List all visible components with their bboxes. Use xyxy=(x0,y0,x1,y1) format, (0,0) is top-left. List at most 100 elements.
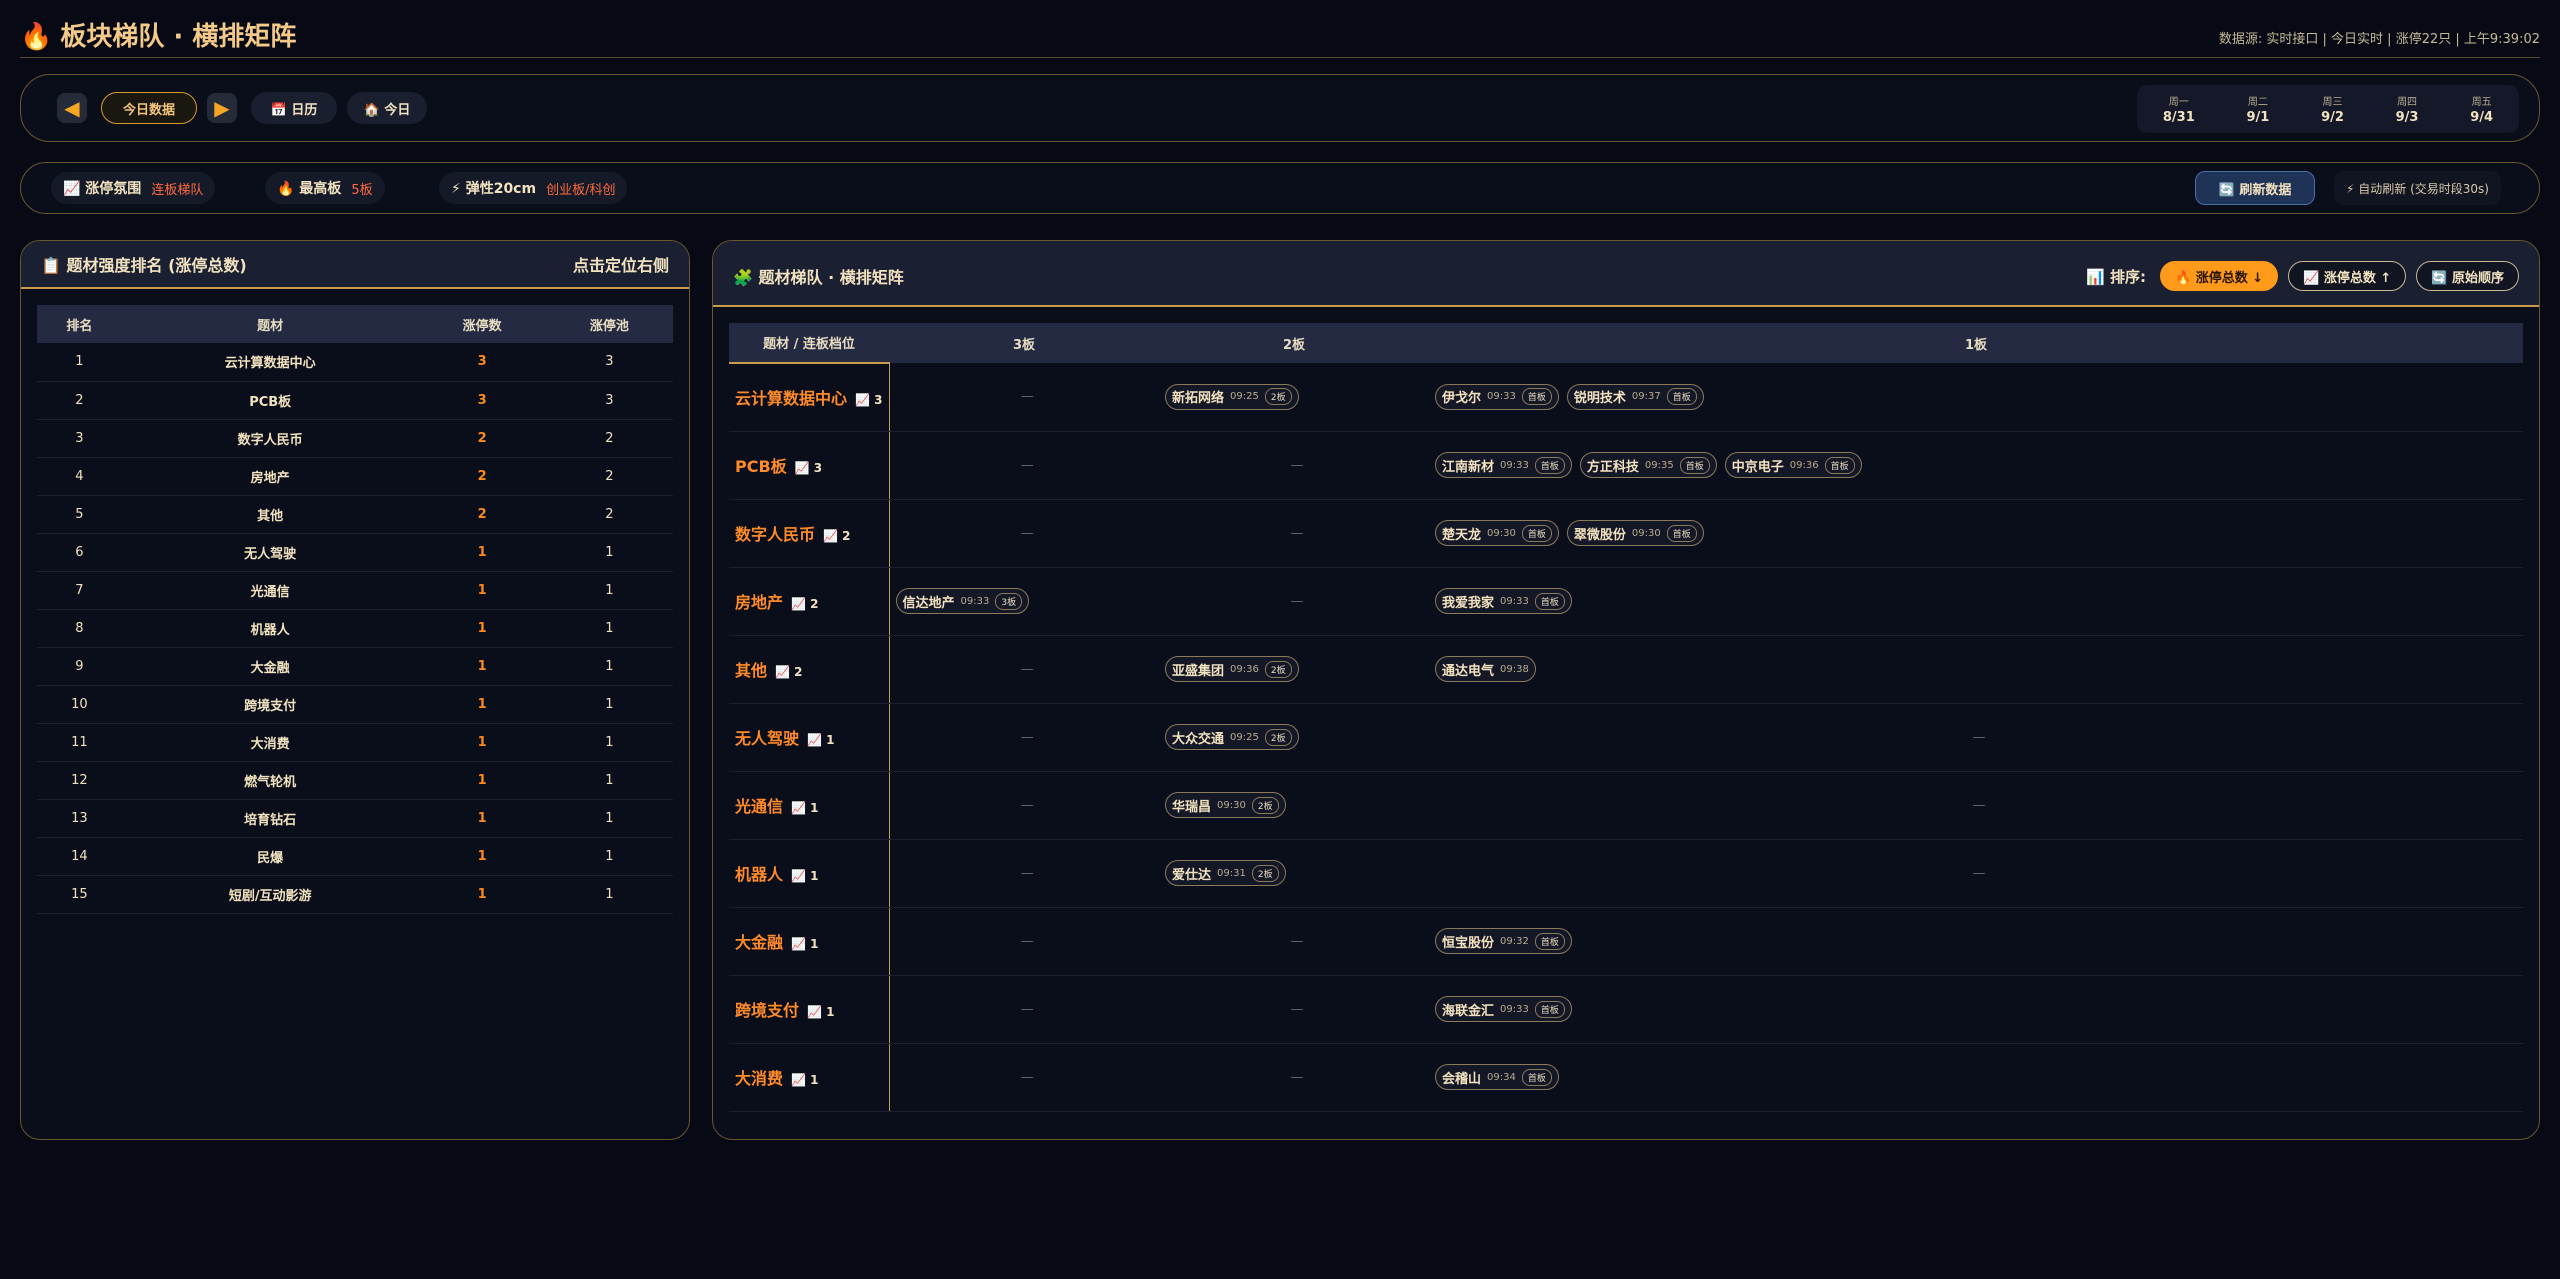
topic-cell: 无人驾驶 xyxy=(121,533,419,572)
topic-count-badge: 📈 1 xyxy=(807,733,835,747)
stock-pill[interactable]: 恒宝股份 09:32 首板 xyxy=(1435,928,1572,954)
pool-cell: 1 xyxy=(545,761,673,800)
stock-pill[interactable]: 大众交通 09:25 2板 xyxy=(1165,724,1299,750)
pool-cell: 2 xyxy=(545,457,673,496)
table-row[interactable]: 1 云计算数据中心 3 3 xyxy=(37,343,673,382)
limit-up-time: 09:34 xyxy=(1487,1071,1516,1083)
sort-total-asc-button[interactable]: 📈 涨停总数 ↑ xyxy=(2288,261,2407,291)
sort-total-desc-button[interactable]: 🔥 涨停总数 ↓ xyxy=(2160,261,2279,291)
matrix-row: 光通信 📈 1 — 华瑞昌 09:30 2板 — xyxy=(729,771,2523,840)
stock-pill[interactable]: 新拓网络 09:25 2板 xyxy=(1165,383,1299,410)
topic-cell[interactable]: PCB板 📈 3 xyxy=(729,431,890,500)
stock-pill[interactable]: 会稽山 09:34 首板 xyxy=(1435,1064,1559,1090)
topic-cell[interactable]: 机器人 📈 1 xyxy=(729,839,890,908)
stock-pill[interactable]: 锐明技术 09:37 首板 xyxy=(1566,383,1704,410)
topic-count-badge: 📈 2 xyxy=(791,597,819,611)
today-data-button[interactable]: 今日数据 xyxy=(101,92,197,124)
sort-original-button[interactable]: 🔄 原始顺序 xyxy=(2416,261,2519,291)
stock-pill[interactable]: 江南新材 09:33 首板 xyxy=(1435,452,1572,478)
next-day-button[interactable]: ▶ xyxy=(207,93,237,123)
board-3-cell: — xyxy=(889,975,1159,1044)
empty-mark: — xyxy=(1972,865,1986,881)
week-day-3[interactable]: 周四 9/3 xyxy=(2396,93,2419,125)
stock-pill[interactable]: 伊戈尔 09:33 首板 xyxy=(1435,383,1559,410)
topic-cell[interactable]: 其他 📈 2 xyxy=(729,635,890,704)
board-2-cell: 爱仕达 09:31 2板 xyxy=(1159,839,1429,908)
matrix-row: 大消费 📈 1 — — 会稽山 09:34 首板 xyxy=(729,1043,2523,1112)
topic-cell[interactable]: 数字人民币 📈 2 xyxy=(729,499,890,568)
table-row[interactable]: 9 大金融 1 1 xyxy=(37,647,673,686)
week-day-name: 周二 xyxy=(2247,97,2268,108)
topic-cell[interactable]: 跨境支付 📈 1 xyxy=(729,975,890,1044)
table-row[interactable]: 13 培育钻石 1 1 xyxy=(37,799,673,838)
topic-cell[interactable]: 无人驾驶 📈 1 xyxy=(729,703,890,772)
empty-mark: — xyxy=(1290,593,1304,609)
stock-pill[interactable]: 信达地产 09:33 3板 xyxy=(895,588,1030,614)
pool-cell: 1 xyxy=(545,875,673,914)
table-row[interactable]: 12 燃气轮机 1 1 xyxy=(37,761,673,800)
limit-up-count-cell: 1 xyxy=(418,723,546,762)
topic-cell[interactable]: 大消费 📈 1 xyxy=(729,1043,890,1112)
elastic-chip[interactable]: ⚡ 弹性20cm 创业板/科创 xyxy=(439,172,628,204)
week-day-4[interactable]: 周五 9/4 xyxy=(2470,93,2493,125)
limit-up-count-cell: 1 xyxy=(418,647,546,686)
table-row[interactable]: 2 PCB板 3 3 xyxy=(37,381,673,420)
topic-name: 云计算数据中心 xyxy=(735,389,848,409)
stock-name: 恒宝股份 xyxy=(1442,935,1495,951)
stock-pill[interactable]: 海联金汇 09:33 首板 xyxy=(1435,996,1572,1022)
triangle-left-icon: ◀ xyxy=(64,96,80,120)
stock-pill[interactable]: 方正科技 09:35 首板 xyxy=(1579,452,1717,478)
topic-count-badge: 📈 1 xyxy=(807,1005,835,1019)
limit-up-count-cell: 2 xyxy=(418,457,546,496)
rank-column-header: 涨停数 xyxy=(418,305,546,343)
matrix-title: 🧩 题材梯队 · 横排矩阵 xyxy=(733,268,904,287)
refresh-button[interactable]: 🔄 刷新数据 xyxy=(2195,171,2315,205)
empty-mark: — xyxy=(1290,525,1304,541)
highest-board-chip[interactable]: 🔥 最高板 5板 xyxy=(265,172,385,204)
table-row[interactable]: 5 其他 2 2 xyxy=(37,495,673,534)
table-row[interactable]: 3 数字人民币 2 2 xyxy=(37,419,673,458)
auto-refresh-toggle[interactable]: ⚡ 自动刷新 (交易时段30s) xyxy=(2334,171,2501,205)
topic-name: 光通信 xyxy=(735,797,784,816)
limit-up-time: 09:36 xyxy=(1230,663,1259,675)
stock-pill[interactable]: 通达电气 09:38 xyxy=(1435,656,1536,682)
week-day-2[interactable]: 周三 9/2 xyxy=(2321,93,2344,125)
stock-pill[interactable]: 我爱我家 09:33 首板 xyxy=(1435,588,1572,614)
topic-cell[interactable]: 云计算数据中心 📈 3 xyxy=(729,363,890,432)
table-row[interactable]: 7 光通信 1 1 xyxy=(37,571,673,610)
week-day-0[interactable]: 周一 8/31 xyxy=(2163,93,2195,125)
calendar-button[interactable]: 📅 日历 xyxy=(251,92,337,124)
table-row[interactable]: 6 无人驾驶 1 1 xyxy=(37,533,673,572)
stock-pill[interactable]: 楚天龙 09:30 首板 xyxy=(1435,520,1559,546)
limit-up-count-cell: 1 xyxy=(418,837,546,876)
topic-cell[interactable]: 大金融 📈 1 xyxy=(729,907,890,976)
data-source-status: 数据源: 实时接口 | 今日实时 | 涨停22只 | 上午9:39:02 xyxy=(2218,32,2540,47)
limit-up-count-cell: 1 xyxy=(418,685,546,724)
stock-pill[interactable]: 华瑞昌 09:30 2板 xyxy=(1165,792,1286,818)
stock-pill[interactable]: 爱仕达 09:31 2板 xyxy=(1165,860,1286,886)
stock-pill[interactable]: 中京电子 09:36 首板 xyxy=(1724,452,1862,478)
topic-cell[interactable]: 光通信 📈 1 xyxy=(729,771,890,840)
topic-count-badge: 📈 1 xyxy=(791,937,819,951)
scope-chip[interactable]: 📈 涨停氛围 连板梯队 xyxy=(51,172,216,204)
stock-name: 伊戈尔 xyxy=(1442,391,1482,407)
limit-up-count-cell: 1 xyxy=(418,875,546,914)
table-row[interactable]: 10 跨境支付 1 1 xyxy=(37,685,673,724)
board-2-cell: — xyxy=(1159,975,1429,1044)
table-row[interactable]: 11 大消费 1 1 xyxy=(37,723,673,762)
matrix-column-header: 1板 xyxy=(1429,323,2523,363)
table-row[interactable]: 8 机器人 1 1 xyxy=(37,609,673,648)
stock-pill[interactable]: 亚盛集团 09:36 2板 xyxy=(1165,656,1299,682)
table-row[interactable]: 4 房地产 2 2 xyxy=(37,457,673,496)
limit-up-count-cell: 3 xyxy=(418,381,546,420)
stock-pill[interactable]: 翠微股份 09:30 首板 xyxy=(1566,520,1704,546)
table-row[interactable]: 15 短剧/互动影游 1 1 xyxy=(37,875,673,914)
locate-right-link[interactable]: 点击定位右侧 xyxy=(573,252,669,276)
week-day-1[interactable]: 周二 9/1 xyxy=(2246,93,2269,125)
table-row[interactable]: 14 民爆 1 1 xyxy=(37,837,673,876)
today-button[interactable]: 🏠 今日 xyxy=(347,92,427,124)
board-1-cell: — xyxy=(1429,771,2523,840)
board-3-cell: — xyxy=(889,499,1159,568)
prev-day-button[interactable]: ◀ xyxy=(57,93,87,123)
topic-cell[interactable]: 房地产 📈 2 xyxy=(729,567,890,636)
